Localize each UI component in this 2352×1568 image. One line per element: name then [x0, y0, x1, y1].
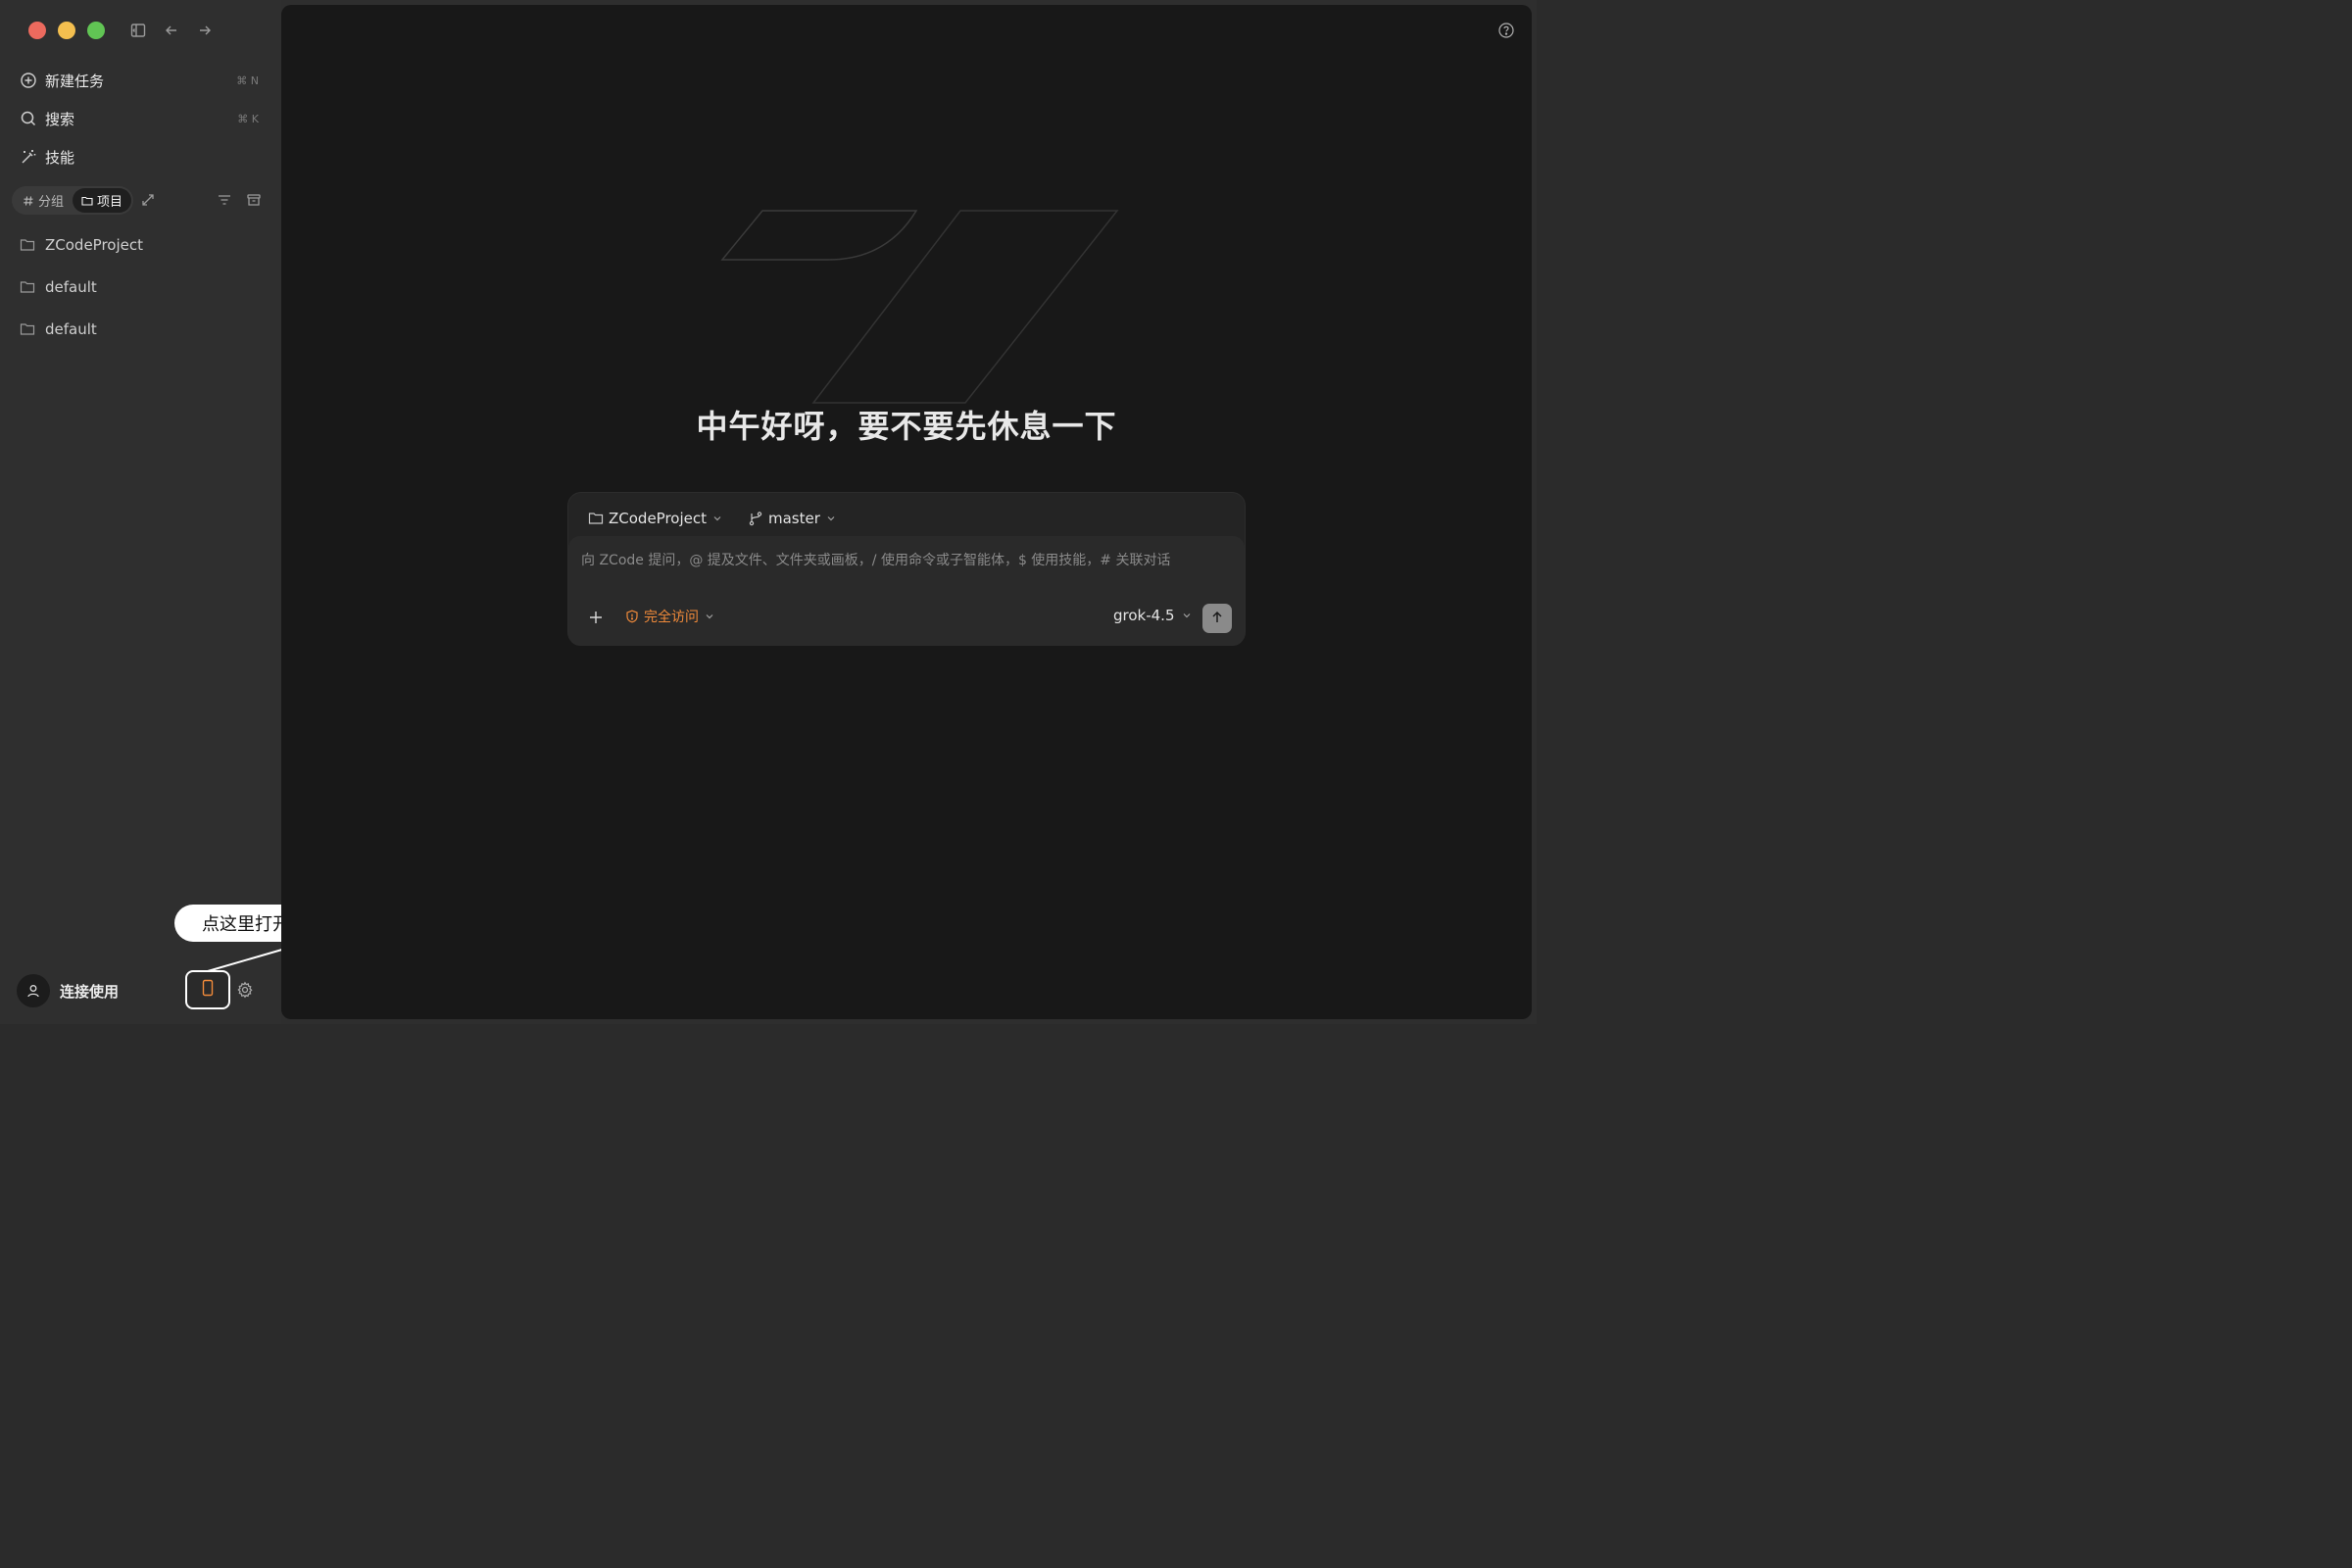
send-button[interactable]: [1202, 604, 1232, 633]
project-name: default: [45, 320, 97, 338]
prompt-input[interactable]: 向 ZCode 提问，@ 提及文件、文件夹或画板，/ 使用命令或子智能体，$ 使…: [568, 536, 1245, 646]
folder-icon: [20, 237, 35, 253]
filter-icon[interactable]: [217, 192, 232, 208]
chevron-down-icon: [826, 514, 836, 523]
mobile-phone-icon: [201, 979, 215, 1001]
app-window: 新建任务 ⌘ N 搜索 ⌘ K 技能 分组 项目 ZCodeProject de…: [0, 0, 1537, 1024]
chevron-down-icon: [705, 612, 714, 621]
search-shortcut: ⌘ K: [237, 112, 259, 125]
project-item[interactable]: default: [12, 313, 269, 346]
segment-group-label: 分组: [38, 195, 65, 210]
hash-icon: [23, 195, 34, 207]
search-label: 搜索: [45, 110, 75, 128]
plus-circle-icon: [20, 72, 37, 89]
sidebar: 新建任务 ⌘ N 搜索 ⌘ K 技能 分组 项目 ZCodeProject de…: [0, 0, 281, 1024]
greeting-title: 中午好呀，要不要先休息一下: [696, 408, 1117, 445]
help-icon[interactable]: [1497, 22, 1515, 39]
gear-icon[interactable]: [236, 981, 254, 999]
project-selector-label: ZCodeProject: [609, 510, 707, 527]
magic-wand-icon: [20, 148, 37, 166]
segment-project-tab[interactable]: 项目: [73, 188, 132, 213]
expand-icon[interactable]: [140, 192, 156, 208]
view-segment-control: 分组 项目: [12, 186, 134, 215]
branch-selector[interactable]: master: [748, 510, 836, 527]
segment-project-label: 项目: [97, 195, 123, 210]
project-name: default: [45, 278, 97, 296]
back-arrow-icon[interactable]: [163, 22, 180, 39]
access-mode-selector[interactable]: 完全访问: [625, 607, 714, 626]
model-selector[interactable]: grok-4.5: [1113, 607, 1192, 624]
mobile-remote-button[interactable]: [185, 970, 230, 1009]
close-window-button[interactable]: [28, 22, 46, 39]
search-icon: [20, 110, 37, 127]
project-item[interactable]: ZCodeProject: [12, 228, 269, 262]
project-item[interactable]: default: [12, 270, 269, 304]
new-task-label: 新建任务: [45, 72, 105, 90]
git-branch-icon: [748, 511, 763, 526]
branch-selector-label: master: [768, 510, 820, 527]
search-button[interactable]: 搜索 ⌘ K: [12, 103, 269, 134]
composer: ZCodeProject master 向 ZCode 提问，@ 提及文件、文件…: [567, 492, 1246, 646]
new-task-shortcut: ⌘ N: [236, 74, 259, 87]
folder-icon: [588, 511, 604, 526]
skills-button[interactable]: 技能: [12, 141, 269, 172]
maximize-window-button[interactable]: [87, 22, 105, 39]
new-task-button[interactable]: 新建任务 ⌘ N: [12, 65, 269, 96]
folder-icon: [81, 195, 93, 207]
skills-label: 技能: [45, 148, 75, 167]
archive-icon[interactable]: [246, 192, 262, 208]
main-panel: 中午好呀，要不要先休息一下 ZCodeProject master 向 ZCod…: [281, 5, 1532, 1019]
folder-icon: [20, 279, 35, 295]
user-account-button[interactable]: 连接使用: [17, 974, 119, 1007]
model-label: grok-4.5: [1113, 607, 1175, 624]
chevron-down-icon: [712, 514, 722, 523]
user-label: 连接使用: [60, 982, 120, 1001]
shield-icon: [625, 610, 639, 623]
folder-icon: [20, 321, 35, 337]
forward-arrow-icon[interactable]: [196, 22, 214, 39]
project-selector[interactable]: ZCodeProject: [588, 510, 722, 527]
access-mode-label: 完全访问: [644, 610, 699, 625]
add-attachment-icon[interactable]: [588, 610, 604, 625]
arrow-up-icon: [1210, 610, 1224, 628]
project-name: ZCodeProject: [45, 236, 143, 254]
minimize-window-button[interactable]: [58, 22, 75, 39]
composer-context-bar: ZCodeProject master: [588, 503, 836, 534]
user-icon: [17, 974, 50, 1007]
chevron-down-icon: [1182, 611, 1192, 620]
prompt-placeholder: 向 ZCode 提问，@ 提及文件、文件夹或画板，/ 使用命令或子智能体，$ 使…: [581, 553, 1171, 568]
sidebar-toggle-icon[interactable]: [129, 22, 147, 39]
segment-group-tab[interactable]: 分组: [14, 188, 73, 213]
zcode-logo-watermark: [720, 210, 1119, 404]
